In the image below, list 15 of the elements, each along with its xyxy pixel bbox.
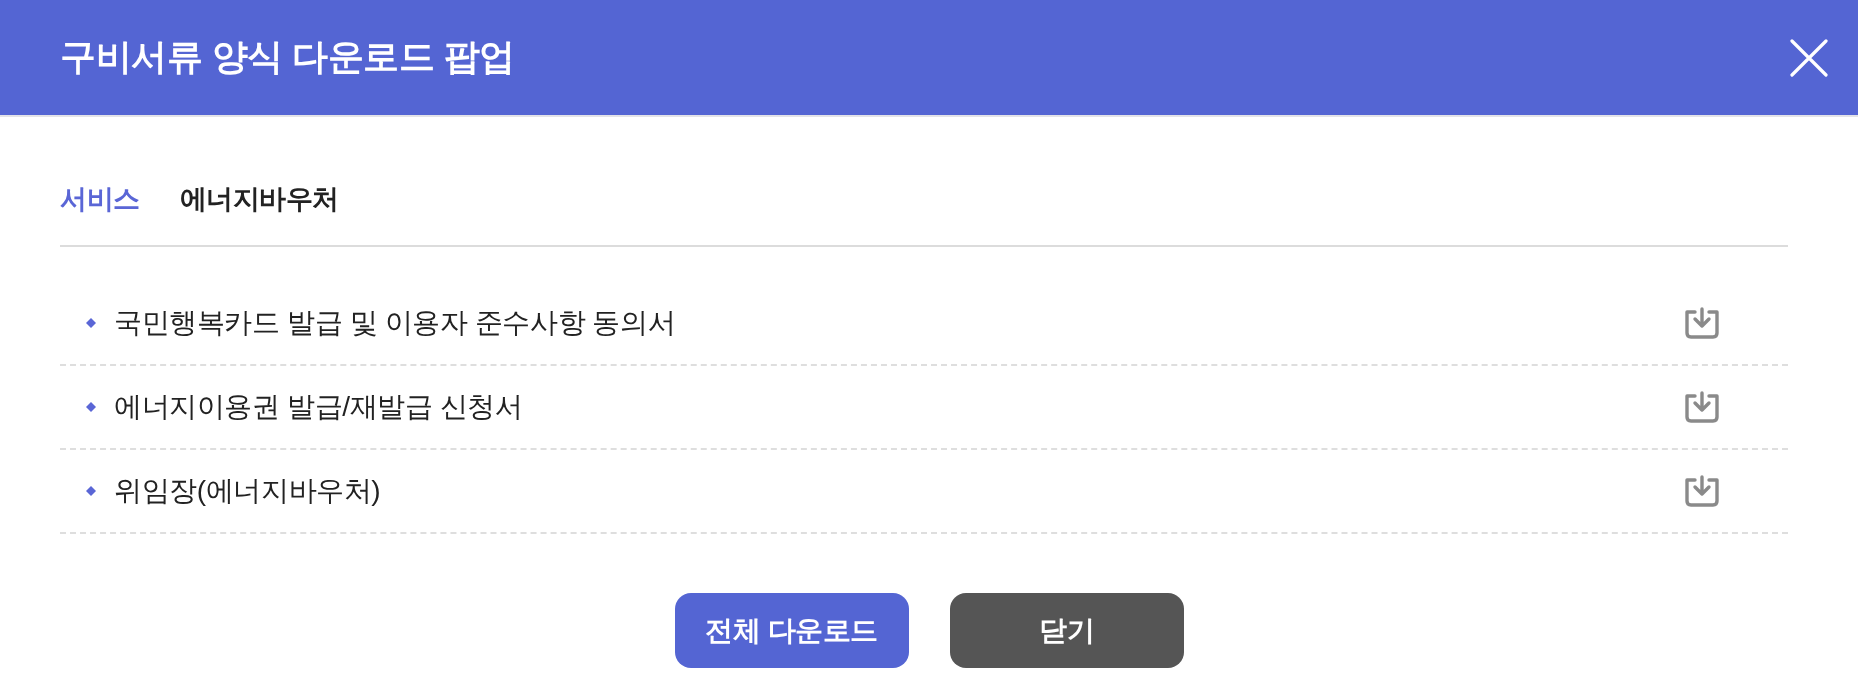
service-label: 서비스: [60, 183, 140, 216]
download-all-button[interactable]: 전체 다운로드: [674, 593, 909, 668]
service-name: 에너지바우처: [179, 183, 339, 216]
document-name: 국민행복카드 발급 및 이용자 준수사항 동의서: [114, 306, 677, 340]
bullet-icon: [86, 402, 96, 412]
bullet-icon: [86, 318, 96, 328]
download-icon[interactable]: [1684, 307, 1720, 339]
document-name: 위임장(에너지바우처): [114, 474, 382, 508]
close-icon[interactable]: [1790, 38, 1828, 77]
popup-title: 구비서류 양식 다운로드 팝업: [60, 35, 515, 79]
download-icon[interactable]: [1684, 391, 1720, 423]
bullet-icon: [86, 486, 96, 496]
close-button[interactable]: 닫기: [949, 593, 1184, 668]
download-icon[interactable]: [1684, 475, 1720, 507]
document-name: 에너지이용권 발급/재발급 신청서: [114, 390, 524, 424]
